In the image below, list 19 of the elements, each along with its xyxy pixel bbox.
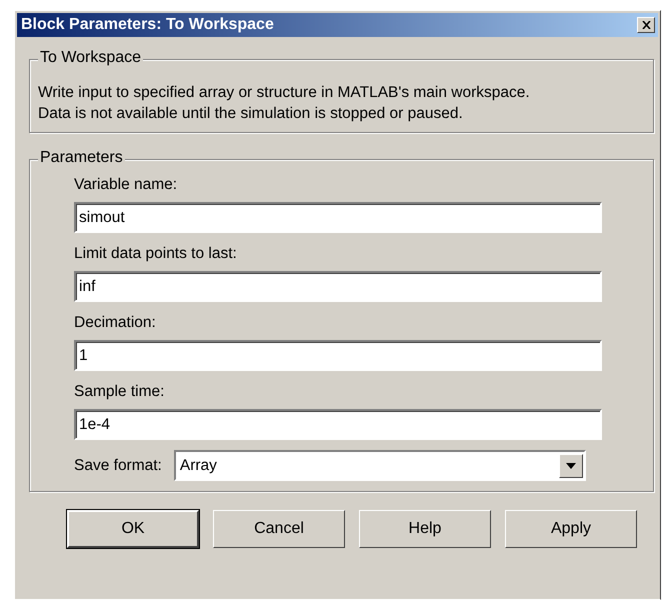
field-label: Sample time: <box>74 383 166 401</box>
dialog-button[interactable]: Help <box>359 510 491 548</box>
field-label: Save format: <box>74 456 162 474</box>
input-field[interactable]: 1e-4 <box>74 409 602 440</box>
input-field[interactable]: simout <box>74 202 602 233</box>
group-title: To Workspace <box>38 49 144 67</box>
description-text: Write input to specified array or structure in MATLAB's main workspace. Data is not available until the simulation is stopped or paused. <box>38 83 531 124</box>
close-button[interactable] <box>637 17 655 33</box>
field-label: Decimation: <box>74 314 157 332</box>
dialog-button[interactable]: Cancel <box>213 510 345 548</box>
input-field[interactable]: inf <box>74 271 602 302</box>
input-field[interactable]: 1 <box>74 340 602 371</box>
window-title: Block Parameters: To Workspace <box>21 16 274 34</box>
dialog-button[interactable]: OK <box>67 510 199 548</box>
save-format-dropdown[interactable]: Array <box>174 450 586 481</box>
close-icon <box>642 21 650 29</box>
field-label: Limit data points to last: <box>74 245 238 263</box>
field-label: Variable name: <box>74 176 178 194</box>
dialog-button[interactable]: Apply <box>505 510 637 548</box>
